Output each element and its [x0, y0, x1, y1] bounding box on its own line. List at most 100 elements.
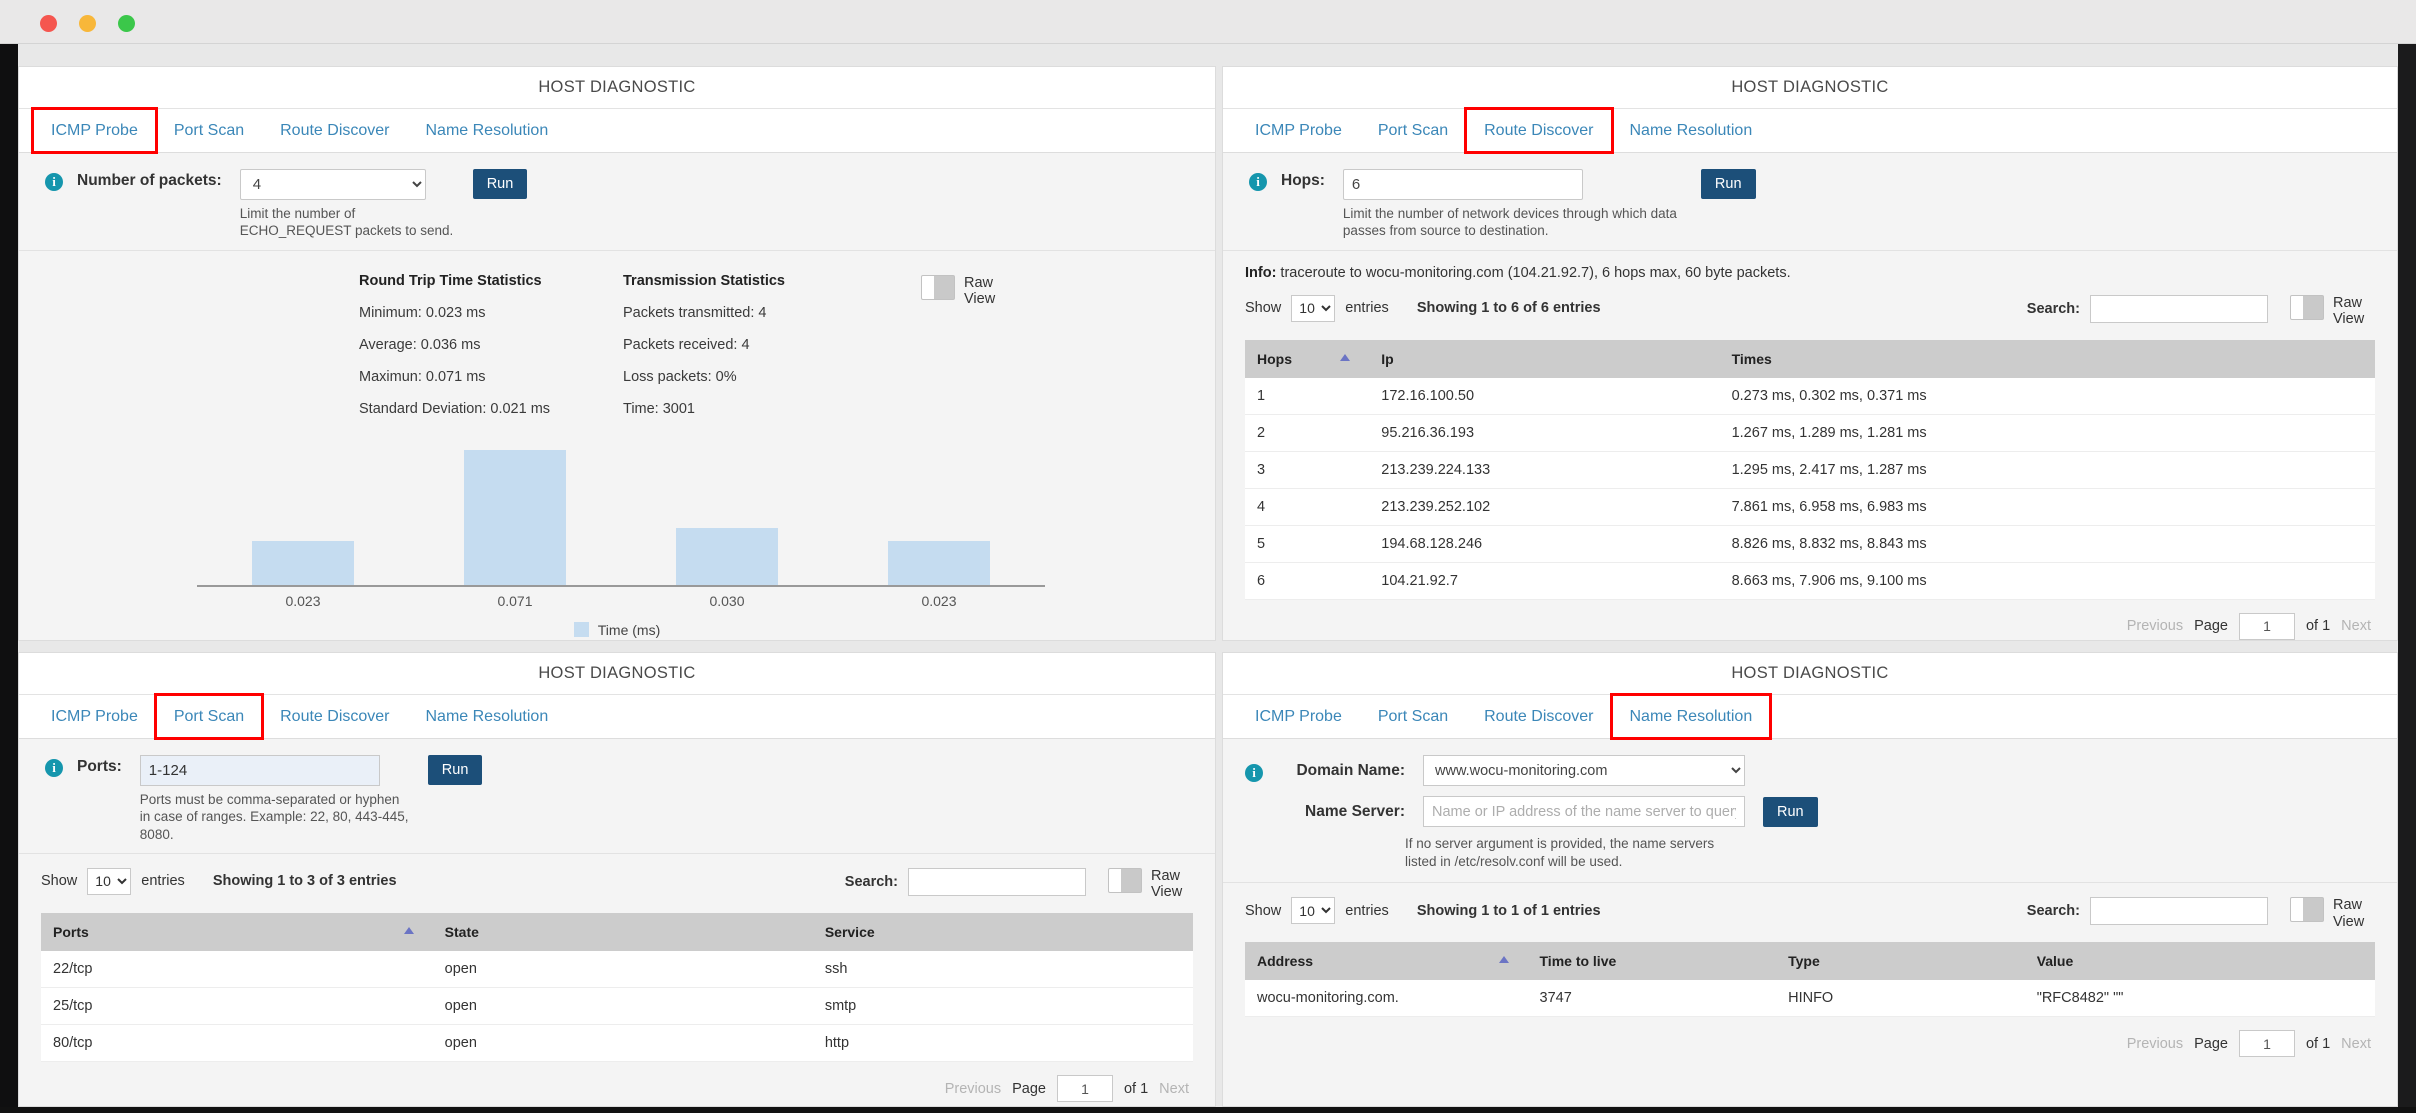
tab-port-scan[interactable]: Port Scan: [153, 693, 265, 740]
rtt-heading: Round Trip Time Statistics: [359, 272, 542, 289]
chart-bar[interactable]: [676, 527, 778, 585]
table-cell: 1: [1245, 377, 1370, 415]
page-length-select[interactable]: 10: [1291, 294, 1336, 322]
table-cell: open: [432, 951, 813, 989]
column-header-ports[interactable]: Ports: [41, 913, 433, 952]
sort-ascending-icon: [1498, 956, 1509, 964]
table-row[interactable]: 2 95.216.36.193 1.267 ms, 1.289 ms, 1.281 …: [1245, 414, 2375, 452]
icmp-statistics: Round Trip Time Statistics Minimum: 0.02…: [19, 251, 1215, 433]
entries-label: entries: [1345, 300, 1389, 317]
raw-view-label-line2: View: [2333, 311, 2365, 328]
domain-name-label: Domain Name:: [1296, 761, 1405, 779]
table-cell: 6: [1245, 562, 1370, 600]
column-header-hops[interactable]: Hops: [1245, 339, 1370, 378]
of-pages-label: of 1: [1123, 1080, 1149, 1097]
column-header-service[interactable]: Service: [812, 913, 1193, 952]
run-button-portscan[interactable]: Run: [427, 755, 483, 785]
raw-view-switch[interactable]: [921, 274, 955, 300]
raw-view-toggle-q3[interactable]: Raw View: [1108, 867, 1193, 901]
column-header-time-to-live[interactable]: Time to live: [1527, 942, 1777, 981]
tab-name-resolution[interactable]: Name Resolution: [1609, 693, 1773, 740]
domain-name-select[interactable]: www.wocu-monitoring.com: [1423, 755, 1745, 786]
tab-route-discover[interactable]: Route Discover: [1464, 107, 1614, 154]
tab-route-discover[interactable]: Route Discover: [262, 109, 407, 152]
entries-label: entries: [141, 873, 185, 890]
nameresolution-table-body: wocu-monitoring.com. 3747 HINFO "RFC8482" "…: [1245, 980, 2375, 1018]
page-number-input[interactable]: [2238, 612, 2295, 640]
next-button[interactable]: Next: [2341, 618, 2371, 634]
tab-name-resolution[interactable]: Name Resolution: [408, 695, 567, 738]
raw-view-toggle-q4[interactable]: Raw View: [2290, 897, 2375, 930]
tab-icmp-probe[interactable]: ICMP Probe: [33, 695, 156, 738]
column-header-state[interactable]: State: [432, 913, 813, 952]
tab-port-scan[interactable]: Port Scan: [1360, 109, 1466, 152]
desktop-background-bottom: [0, 1107, 2416, 1113]
table-row[interactable]: 22/tcp open ssh: [41, 951, 1193, 989]
page-length-select[interactable]: 10: [87, 867, 132, 895]
page-number-input[interactable]: [2238, 1030, 2295, 1058]
name-server-input[interactable]: [1423, 796, 1745, 827]
chart-bar[interactable]: [252, 541, 354, 585]
table-row[interactable]: 6 104.21.92.7 8.663 ms, 7.906 ms, 9.100 ms: [1245, 562, 2375, 600]
table-row[interactable]: 4 213.239.252.102 7.861 ms, 6.958 ms, 6.98…: [1245, 488, 2375, 526]
run-button-nameresolution[interactable]: Run: [1763, 796, 1818, 827]
table-row[interactable]: 1 172.16.100.50 0.273 ms, 0.302 ms, 0.371 …: [1245, 377, 2375, 415]
column-header-times[interactable]: Times: [1719, 339, 2375, 378]
column-header-address[interactable]: Address: [1245, 942, 1528, 981]
page-number-input[interactable]: [1056, 1075, 1113, 1103]
raw-view-switch[interactable]: [2290, 294, 2324, 320]
raw-view-switch[interactable]: [2290, 897, 2324, 923]
hops-input[interactable]: [1342, 169, 1583, 200]
nameresolution-table: Address Time to live Type Value wocu-mon…: [1245, 942, 2375, 1018]
number-of-packets-hint: Limit the number of ECHO_REQUEST packets…: [239, 206, 454, 239]
table-row[interactable]: 80/tcp open http: [41, 1024, 1193, 1063]
column-header-ip[interactable]: Ip: [1369, 339, 1720, 378]
of-pages-label: of 1: [2305, 1035, 2331, 1052]
tab-icmp-probe[interactable]: ICMP Probe: [1237, 109, 1360, 152]
window-minimize-button[interactable]: [79, 15, 96, 32]
search-input[interactable]: [2090, 294, 2268, 323]
tab-name-resolution[interactable]: Name Resolution: [1612, 109, 1771, 152]
round-trip-time-statistics: Round Trip Time Statistics Minimum: 0.02…: [359, 273, 577, 433]
table-row[interactable]: 5 194.68.128.246 8.826 ms, 8.832 ms, 8.843…: [1245, 525, 2375, 563]
run-button-icmp[interactable]: Run: [472, 169, 528, 199]
window-close-button[interactable]: [40, 15, 57, 32]
next-button[interactable]: Next: [2341, 1036, 2371, 1052]
number-of-packets-select[interactable]: 4: [239, 169, 426, 200]
table-cell: 8.663 ms, 7.906 ms, 9.100 ms: [1719, 562, 2375, 600]
page-length-select[interactable]: 10: [1291, 897, 1336, 925]
portscan-pagination: Previous Page of 1 Next: [41, 1062, 1193, 1103]
chart-bar[interactable]: [464, 450, 566, 585]
ports-input[interactable]: [139, 755, 380, 786]
tab-name-resolution[interactable]: Name Resolution: [408, 109, 567, 152]
tab-port-scan[interactable]: Port Scan: [156, 109, 262, 152]
search-label: Search:: [2026, 300, 2080, 317]
tab-port-scan[interactable]: Port Scan: [1360, 695, 1466, 738]
nameresolution-pagination: Previous Page of 1 Next: [1245, 1017, 2375, 1058]
number-of-packets-label: Number of packets:: [77, 172, 222, 189]
tab-icmp-probe[interactable]: ICMP Probe: [31, 107, 158, 154]
tab-route-discover[interactable]: Route Discover: [262, 695, 407, 738]
chart-bar[interactable]: [888, 541, 990, 585]
search-input[interactable]: [908, 867, 1086, 896]
next-button[interactable]: Next: [1159, 1081, 1189, 1097]
table-row[interactable]: 25/tcp open smtp: [41, 987, 1193, 1026]
previous-button[interactable]: Previous: [2127, 618, 2183, 634]
column-header-type[interactable]: Type: [1776, 942, 2025, 981]
previous-button[interactable]: Previous: [945, 1081, 1001, 1097]
run-button-route[interactable]: Run: [1700, 169, 1756, 199]
table-row[interactable]: wocu-monitoring.com. 3747 HINFO "RFC8482" "…: [1245, 980, 2375, 1018]
table-row[interactable]: 3 213.239.224.133 1.295 ms, 2.417 ms, 1.28…: [1245, 451, 2375, 489]
raw-view-toggle-q1[interactable]: Raw View: [921, 274, 1006, 433]
window-zoom-button[interactable]: [118, 15, 135, 32]
column-header-value[interactable]: Value: [2024, 942, 2375, 981]
tab-route-discover[interactable]: Route Discover: [1466, 695, 1611, 738]
previous-button[interactable]: Previous: [2127, 1036, 2183, 1052]
raw-view-toggle-q2[interactable]: Raw View: [2290, 294, 2375, 328]
tab-icmp-probe[interactable]: ICMP Probe: [1237, 695, 1360, 738]
chart-bar-slot: [197, 439, 409, 585]
raw-view-switch[interactable]: [1108, 867, 1142, 893]
table-cell: 213.239.224.133: [1369, 451, 1720, 489]
panel-route-discover: HOST DIAGNOSTIC ICMP Probe Port Scan Rou…: [1222, 66, 2398, 641]
search-input[interactable]: [2090, 897, 2268, 926]
